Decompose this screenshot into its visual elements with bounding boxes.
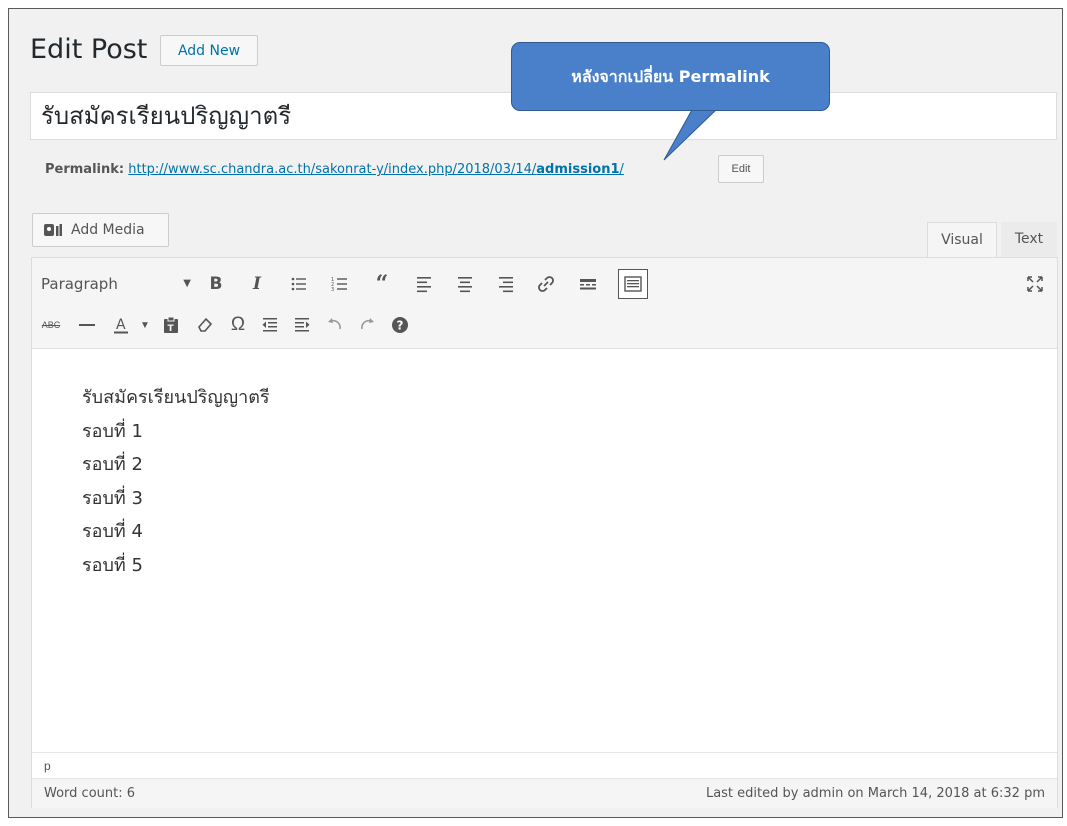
toolbar-toggle-icon[interactable] (618, 269, 648, 299)
permalink-edit-button[interactable]: Edit (718, 155, 764, 183)
add-media-button[interactable]: Add Media (32, 213, 169, 247)
chevron-down-icon: ▼ (183, 278, 191, 289)
editor-content[interactable]: รับสมัครเรียนปริญญาตรี รอบที่ 1 รอบที่ 2… (82, 381, 270, 582)
indent-icon[interactable] (289, 312, 315, 338)
permalink-label: Permalink: (45, 162, 125, 177)
page-title: Edit Post (30, 34, 148, 65)
paste-as-text-icon[interactable]: T (158, 312, 184, 338)
last-edited: Last edited by admin on March 14, 2018 a… (705, 786, 1045, 801)
editor-toolbar: Paragraph ▼ B I 123 “ ABC A ▼ T Ω ? (32, 258, 1057, 349)
content-line: รอบที่ 3 (82, 487, 143, 509)
content-line: รอบที่ 4 (82, 521, 143, 542)
clear-formatting-icon[interactable] (192, 312, 218, 338)
content-line: รอบที่ 1 (82, 420, 143, 442)
format-select-value[interactable]: Paragraph (41, 275, 118, 293)
help-icon[interactable]: ? (387, 312, 413, 338)
word-count: Word count: 6 (44, 786, 136, 801)
permalink-url-suffix[interactable]: / (620, 162, 624, 177)
content-line: รอบที่ 5 (82, 554, 143, 576)
horizontal-line-icon[interactable] (74, 312, 100, 338)
align-center-icon[interactable] (452, 271, 478, 297)
align-right-icon[interactable] (492, 271, 518, 297)
content-line: รอบที่ 2 (82, 454, 143, 475)
editor-container: Paragraph ▼ B I 123 “ ABC A ▼ T Ω ? รับส… (31, 257, 1058, 808)
svg-text:A: A (116, 317, 126, 333)
annotation-callout: หลังจากเปลี่ยน Permalink (511, 42, 830, 111)
special-character-icon[interactable]: Ω (225, 312, 251, 338)
format-select[interactable]: Paragraph ▼ (41, 268, 191, 300)
fullscreen-icon[interactable] (1022, 271, 1048, 297)
svg-text:?: ? (397, 319, 404, 333)
svg-text:3: 3 (331, 287, 334, 293)
align-left-icon[interactable] (412, 271, 438, 297)
add-media-icon (44, 224, 62, 236)
redo-icon[interactable] (354, 312, 380, 338)
permalink-row: Permalink: http://www.sc.chandra.ac.th/s… (45, 162, 624, 177)
editor-footer: Word count: 6 Last edited by admin on Ma… (32, 778, 1057, 808)
permalink-url-prefix[interactable]: http://www.sc.chandra.ac.th/sakonrat-y/i… (128, 162, 536, 177)
tab-visual[interactable]: Visual (927, 222, 997, 258)
add-media-label[interactable]: Add Media (71, 222, 145, 238)
bold-icon[interactable]: B (203, 271, 229, 297)
numbered-list-icon[interactable]: 123 (327, 271, 353, 297)
tab-text[interactable]: Text (1001, 222, 1057, 258)
svg-text:T: T (168, 324, 175, 334)
permalink-link[interactable]: http://www.sc.chandra.ac.th/sakonrat-y/i… (128, 162, 624, 177)
italic-icon[interactable]: I (244, 271, 270, 297)
text-color-icon[interactable]: A (108, 312, 134, 338)
content-line: รับสมัครเรียนปริญญาตรี (82, 387, 270, 408)
text-color-chevron-icon[interactable]: ▼ (132, 312, 158, 338)
element-path[interactable]: p (32, 752, 1057, 778)
bullet-list-icon[interactable] (286, 271, 312, 297)
blockquote-icon[interactable]: “ (369, 271, 395, 297)
undo-icon[interactable] (322, 312, 348, 338)
permalink-slug[interactable]: admission1 (536, 162, 619, 177)
add-new-button[interactable]: Add New (160, 35, 258, 66)
read-more-icon[interactable] (575, 271, 601, 297)
strikethrough-icon[interactable]: ABC (38, 312, 64, 338)
link-icon[interactable] (533, 271, 559, 297)
outdent-icon[interactable] (257, 312, 283, 338)
